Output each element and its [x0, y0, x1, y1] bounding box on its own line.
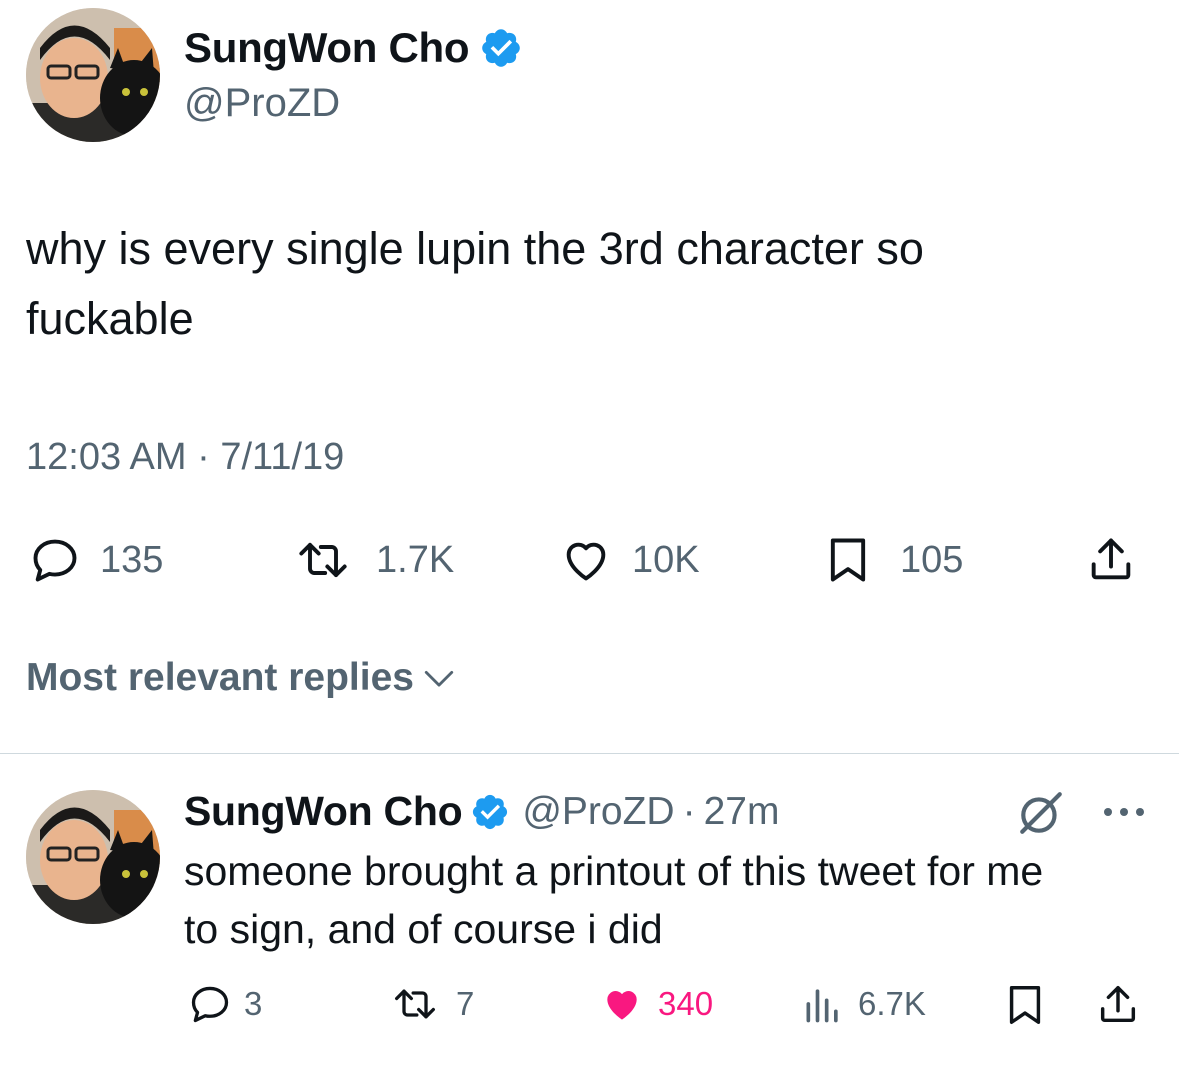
reply-time[interactable]: 27m: [704, 790, 780, 834]
reply-icon: [33, 539, 77, 582]
reply-views-button[interactable]: 6.7K: [798, 982, 926, 1026]
retweet-count: 1.7K: [376, 538, 455, 581]
more-icon: [1104, 808, 1144, 816]
reply-like-count: 340: [658, 985, 714, 1022]
replies-sort-dropdown[interactable]: Most relevant replies: [26, 656, 456, 700]
bookmark-button[interactable]: 105: [822, 534, 963, 586]
reply-text: someone brought a printout of this tweet…: [184, 842, 1043, 958]
reply-bookmark-button[interactable]: [1002, 982, 1048, 1033]
replies-sort-label: Most relevant replies: [26, 656, 414, 699]
reply-share-button[interactable]: [1094, 982, 1142, 1033]
like-count: 10K: [632, 538, 700, 581]
author-handle[interactable]: @ProZD: [184, 81, 340, 126]
tweet-text-line: why is every single lupin the 3rd charac…: [26, 223, 924, 274]
reply-views-count: 6.7K: [858, 985, 926, 1022]
grok-icon: [1020, 792, 1062, 834]
reply-reply-count: 3: [244, 985, 263, 1022]
grok-button[interactable]: [1016, 788, 1066, 843]
reply-button[interactable]: 135: [26, 534, 163, 586]
retweet-button[interactable]: 1.7K: [286, 534, 454, 586]
reply-author-avatar[interactable]: [26, 790, 160, 924]
share-icon: [1091, 538, 1131, 580]
chevron-down-icon: [424, 670, 454, 687]
reply-retweet-count: 7: [456, 985, 475, 1022]
reply-icon: [191, 986, 229, 1023]
verified-badge-icon: [482, 29, 520, 67]
like-button[interactable]: 10K: [556, 534, 700, 586]
avatar-image: [26, 8, 160, 142]
section-divider: [0, 753, 1179, 754]
avatar-image: [26, 790, 160, 924]
tweet-timestamp[interactable]: 12:03 AM · 7/11/19: [26, 436, 344, 479]
reply-author-name[interactable]: SungWon Cho: [184, 788, 463, 835]
like-icon: [566, 542, 606, 581]
reply-text-line: to sign, and of course i did: [184, 906, 663, 952]
reply-author-handle[interactable]: @ProZD: [522, 790, 674, 834]
bookmark-icon: [830, 538, 866, 582]
bookmark-icon: [1009, 986, 1041, 1024]
reply-retweet-button[interactable]: 7: [384, 982, 474, 1026]
reply-separator: ·: [682, 789, 696, 833]
share-icon: [1100, 986, 1136, 1023]
reply-text-line: someone brought a printout of this tweet…: [184, 848, 1044, 894]
bookmark-count: 105: [900, 538, 964, 581]
retweet-icon: [299, 542, 347, 578]
author-name[interactable]: SungWon Cho: [184, 24, 469, 72]
more-button[interactable]: [1100, 800, 1148, 829]
share-button[interactable]: [1082, 534, 1140, 591]
like-icon: [607, 991, 637, 1020]
views-icon: [806, 989, 838, 1023]
reply-reply-button[interactable]: 3: [186, 982, 262, 1026]
reply-like-button[interactable]: 340: [596, 982, 713, 1026]
tweet-text: why is every single lupin the 3rd charac…: [26, 214, 924, 354]
author-avatar[interactable]: [26, 8, 160, 142]
verified-badge-icon: [473, 794, 508, 829]
tweet-text-line: fuckable: [26, 293, 194, 344]
reply-count: 135: [100, 538, 164, 581]
retweet-icon: [395, 989, 435, 1019]
